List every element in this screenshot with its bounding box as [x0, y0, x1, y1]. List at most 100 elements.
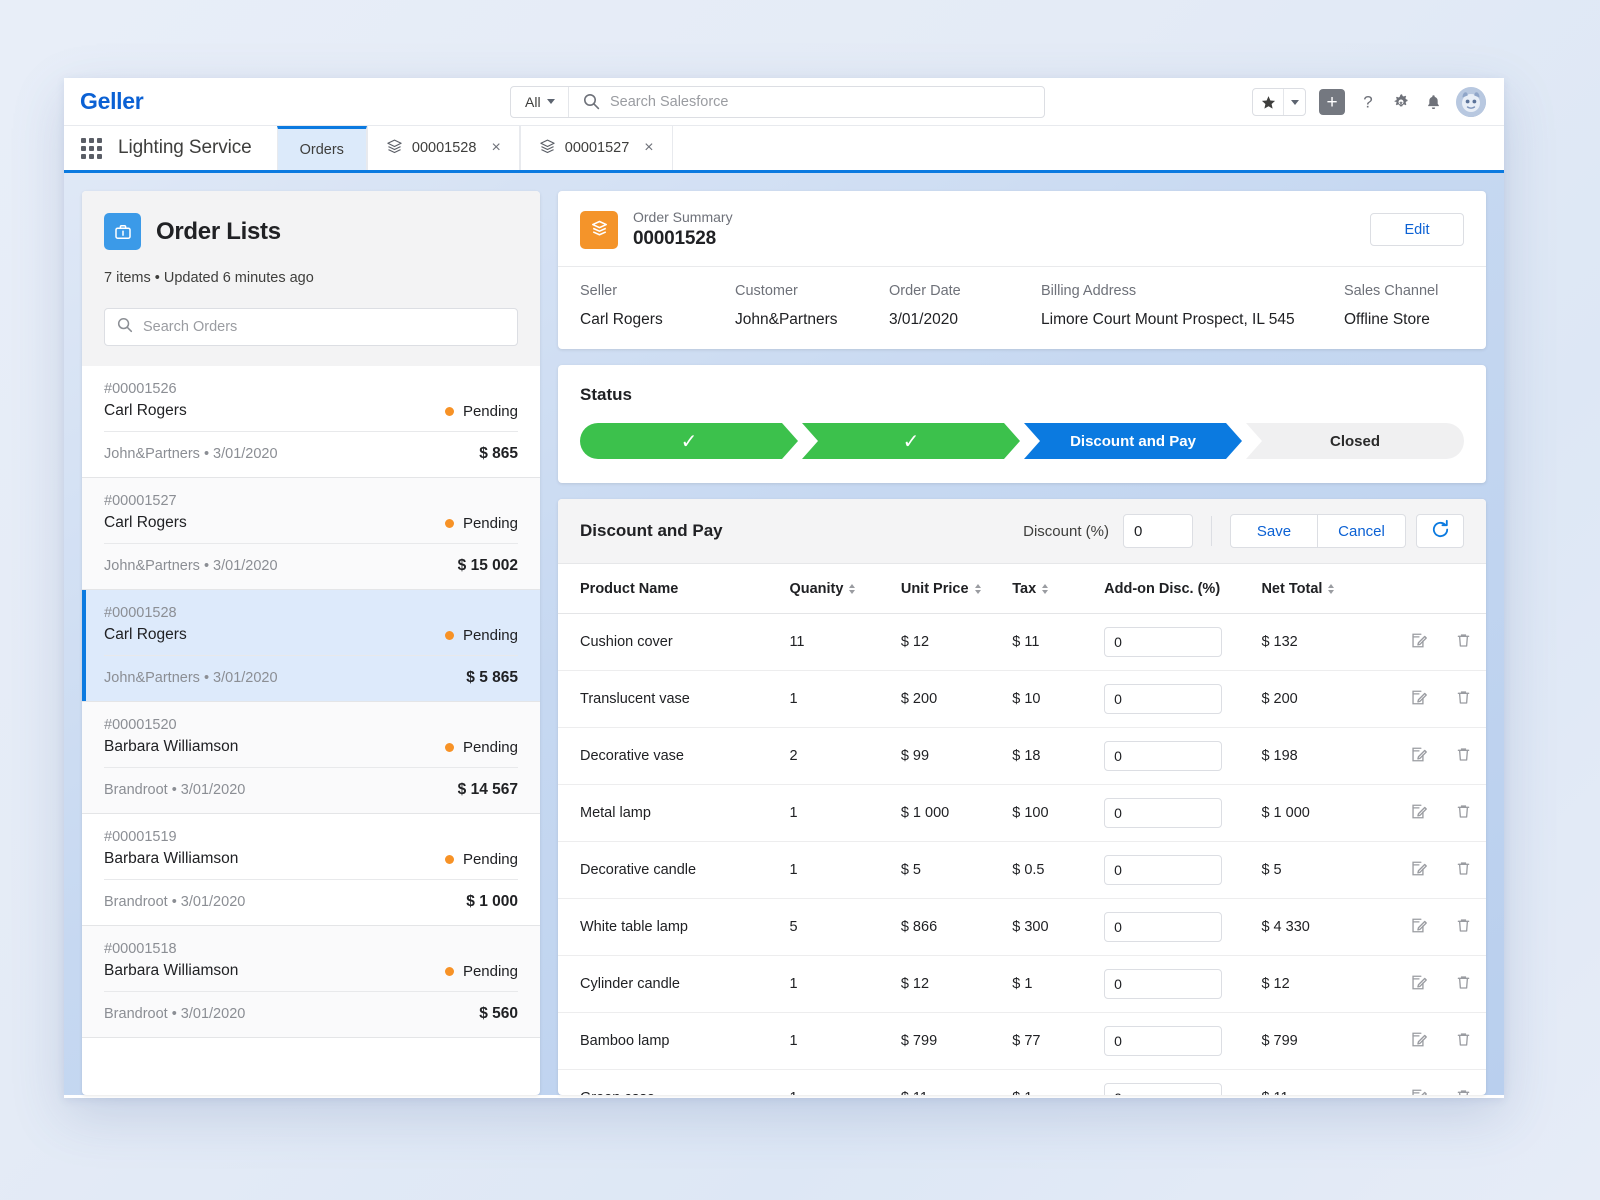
order-lists-subtitle: 7 items • Updated 6 minutes ago — [104, 270, 518, 286]
list-item[interactable]: #00001519 Barbara Williamson Pending Bra… — [82, 814, 540, 926]
edit-row-icon[interactable] — [1410, 745, 1429, 764]
cell-net-total: $ 11 — [1261, 1070, 1397, 1096]
status-step-4-closed[interactable]: Closed — [1246, 423, 1464, 459]
sort-icon[interactable] — [849, 584, 855, 594]
order-number: #00001520 — [104, 717, 518, 733]
list-item[interactable]: #00001520 Barbara Williamson Pending Bra… — [82, 702, 540, 814]
plus-icon[interactable]: + — [1319, 89, 1345, 115]
question-mark-icon[interactable]: ? — [1358, 92, 1378, 112]
global-search-bar[interactable]: All — [510, 86, 1045, 118]
check-icon: ✓ — [903, 429, 920, 454]
page-title: Order Lists — [156, 218, 281, 246]
sort-icon[interactable] — [1042, 584, 1048, 594]
bell-icon[interactable] — [1424, 93, 1443, 112]
sort-icon[interactable] — [975, 584, 981, 594]
edit-row-icon[interactable] — [1410, 1087, 1429, 1096]
cell-product-name: White table lamp — [558, 899, 789, 956]
tab-record-00001527[interactable]: 00001527 × — [520, 126, 673, 170]
brand-logo[interactable]: Geller — [80, 88, 510, 115]
addon-disc-input[interactable] — [1104, 1026, 1222, 1056]
edit-row-icon[interactable] — [1410, 688, 1429, 707]
status-step-2-complete[interactable]: ✓ — [802, 423, 1020, 459]
status-step-1-complete[interactable]: ✓ — [580, 423, 798, 459]
status-dot-icon — [445, 631, 454, 640]
table-row: Cushion cover11$ 12$ 11$ 132 — [558, 614, 1486, 671]
sort-icon[interactable] — [1328, 584, 1334, 594]
column-tax[interactable]: Tax — [1012, 564, 1104, 614]
tab-bar: Lighting Service Orders 00001528 × 00001… — [64, 126, 1504, 173]
delete-row-icon[interactable] — [1454, 631, 1473, 650]
list-item[interactable]: #00001518 Barbara Williamson Pending Bra… — [82, 926, 540, 1038]
save-button[interactable]: Save — [1230, 514, 1318, 548]
delete-row-icon[interactable] — [1454, 973, 1473, 992]
discount-input[interactable] — [1123, 514, 1193, 548]
cell-tax: $ 1 — [1012, 1070, 1104, 1096]
search-icon — [583, 93, 600, 110]
star-icon[interactable] — [1253, 89, 1283, 115]
column-quantity[interactable]: Quanity — [789, 564, 900, 614]
cancel-button[interactable]: Cancel — [1318, 514, 1406, 548]
favorites-group[interactable] — [1252, 88, 1306, 116]
addon-disc-input[interactable] — [1104, 969, 1222, 999]
order-meta: John&Partners • 3/01/2020 — [104, 446, 278, 462]
edit-row-icon[interactable] — [1410, 802, 1429, 821]
order-amount: $ 560 — [479, 1005, 518, 1023]
status-step-3-current[interactable]: Discount and Pay — [1024, 423, 1242, 459]
addon-disc-input[interactable] — [1104, 741, 1222, 771]
addon-disc-input[interactable] — [1104, 1083, 1222, 1095]
column-unit-price[interactable]: Unit Price — [901, 564, 1012, 614]
search-orders-input[interactable] — [143, 319, 505, 335]
edit-row-icon[interactable] — [1410, 631, 1429, 650]
status-dot-icon — [445, 519, 454, 528]
status-step-label: Closed — [1330, 433, 1380, 450]
gear-icon[interactable]: ★ — [1391, 92, 1411, 112]
search-scope-selector[interactable]: All — [511, 87, 569, 117]
favorites-chevron-down-icon[interactable] — [1283, 89, 1305, 115]
status-label: Pending — [463, 963, 518, 980]
list-item-selected[interactable]: #00001528 Carl Rogers Pending John&Partn… — [82, 590, 540, 702]
close-icon[interactable]: × — [491, 140, 500, 156]
edit-row-icon[interactable] — [1410, 916, 1429, 935]
delete-row-icon[interactable] — [1454, 745, 1473, 764]
addon-disc-input[interactable] — [1104, 627, 1222, 657]
cell-net-total: $ 1 000 — [1261, 785, 1397, 842]
order-number: #00001519 — [104, 829, 518, 845]
close-icon[interactable]: × — [644, 140, 653, 156]
edit-button[interactable]: Edit — [1370, 213, 1464, 246]
global-search-input[interactable] — [610, 94, 1044, 110]
delete-row-icon[interactable] — [1454, 916, 1473, 935]
status-dot-icon — [445, 407, 454, 416]
list-item[interactable]: #00001526 Carl Rogers Pending John&Partn… — [82, 366, 540, 478]
delete-row-icon[interactable] — [1454, 1087, 1473, 1096]
cell-quantity: 1 — [789, 671, 900, 728]
search-scope-label: All — [525, 94, 541, 110]
tab-record-00001528[interactable]: 00001528 × — [367, 126, 520, 170]
app-launcher-icon[interactable] — [64, 126, 118, 170]
tab-orders[interactable]: Orders — [277, 126, 367, 170]
refresh-button[interactable] — [1416, 514, 1464, 548]
status-badge: Pending — [445, 851, 518, 868]
column-delete — [1442, 564, 1486, 614]
cell-unit-price: $ 5 — [901, 842, 1012, 899]
addon-disc-input[interactable] — [1104, 798, 1222, 828]
list-item[interactable]: #00001527 Carl Rogers Pending John&Partn… — [82, 478, 540, 590]
search-orders-field[interactable] — [104, 308, 518, 346]
delete-row-icon[interactable] — [1454, 802, 1473, 821]
edit-row-icon[interactable] — [1410, 1030, 1429, 1049]
delete-row-icon[interactable] — [1454, 1030, 1473, 1049]
edit-row-icon[interactable] — [1410, 859, 1429, 878]
addon-disc-input[interactable] — [1104, 855, 1222, 885]
app-name[interactable]: Lighting Service — [118, 126, 278, 170]
order-number: #00001518 — [104, 941, 518, 957]
cell-unit-price: $ 200 — [901, 671, 1012, 728]
column-product-name[interactable]: Product Name — [558, 564, 789, 614]
avatar[interactable] — [1456, 87, 1486, 117]
delete-row-icon[interactable] — [1454, 859, 1473, 878]
edit-row-icon[interactable] — [1410, 973, 1429, 992]
delete-row-icon[interactable] — [1454, 688, 1473, 707]
column-net-total[interactable]: Net Total — [1261, 564, 1397, 614]
addon-disc-input[interactable] — [1104, 684, 1222, 714]
table-row: Decorative vase2$ 99$ 18$ 198 — [558, 728, 1486, 785]
column-addon-disc[interactable]: Add-on Disc. (%) — [1104, 564, 1261, 614]
addon-disc-input[interactable] — [1104, 912, 1222, 942]
